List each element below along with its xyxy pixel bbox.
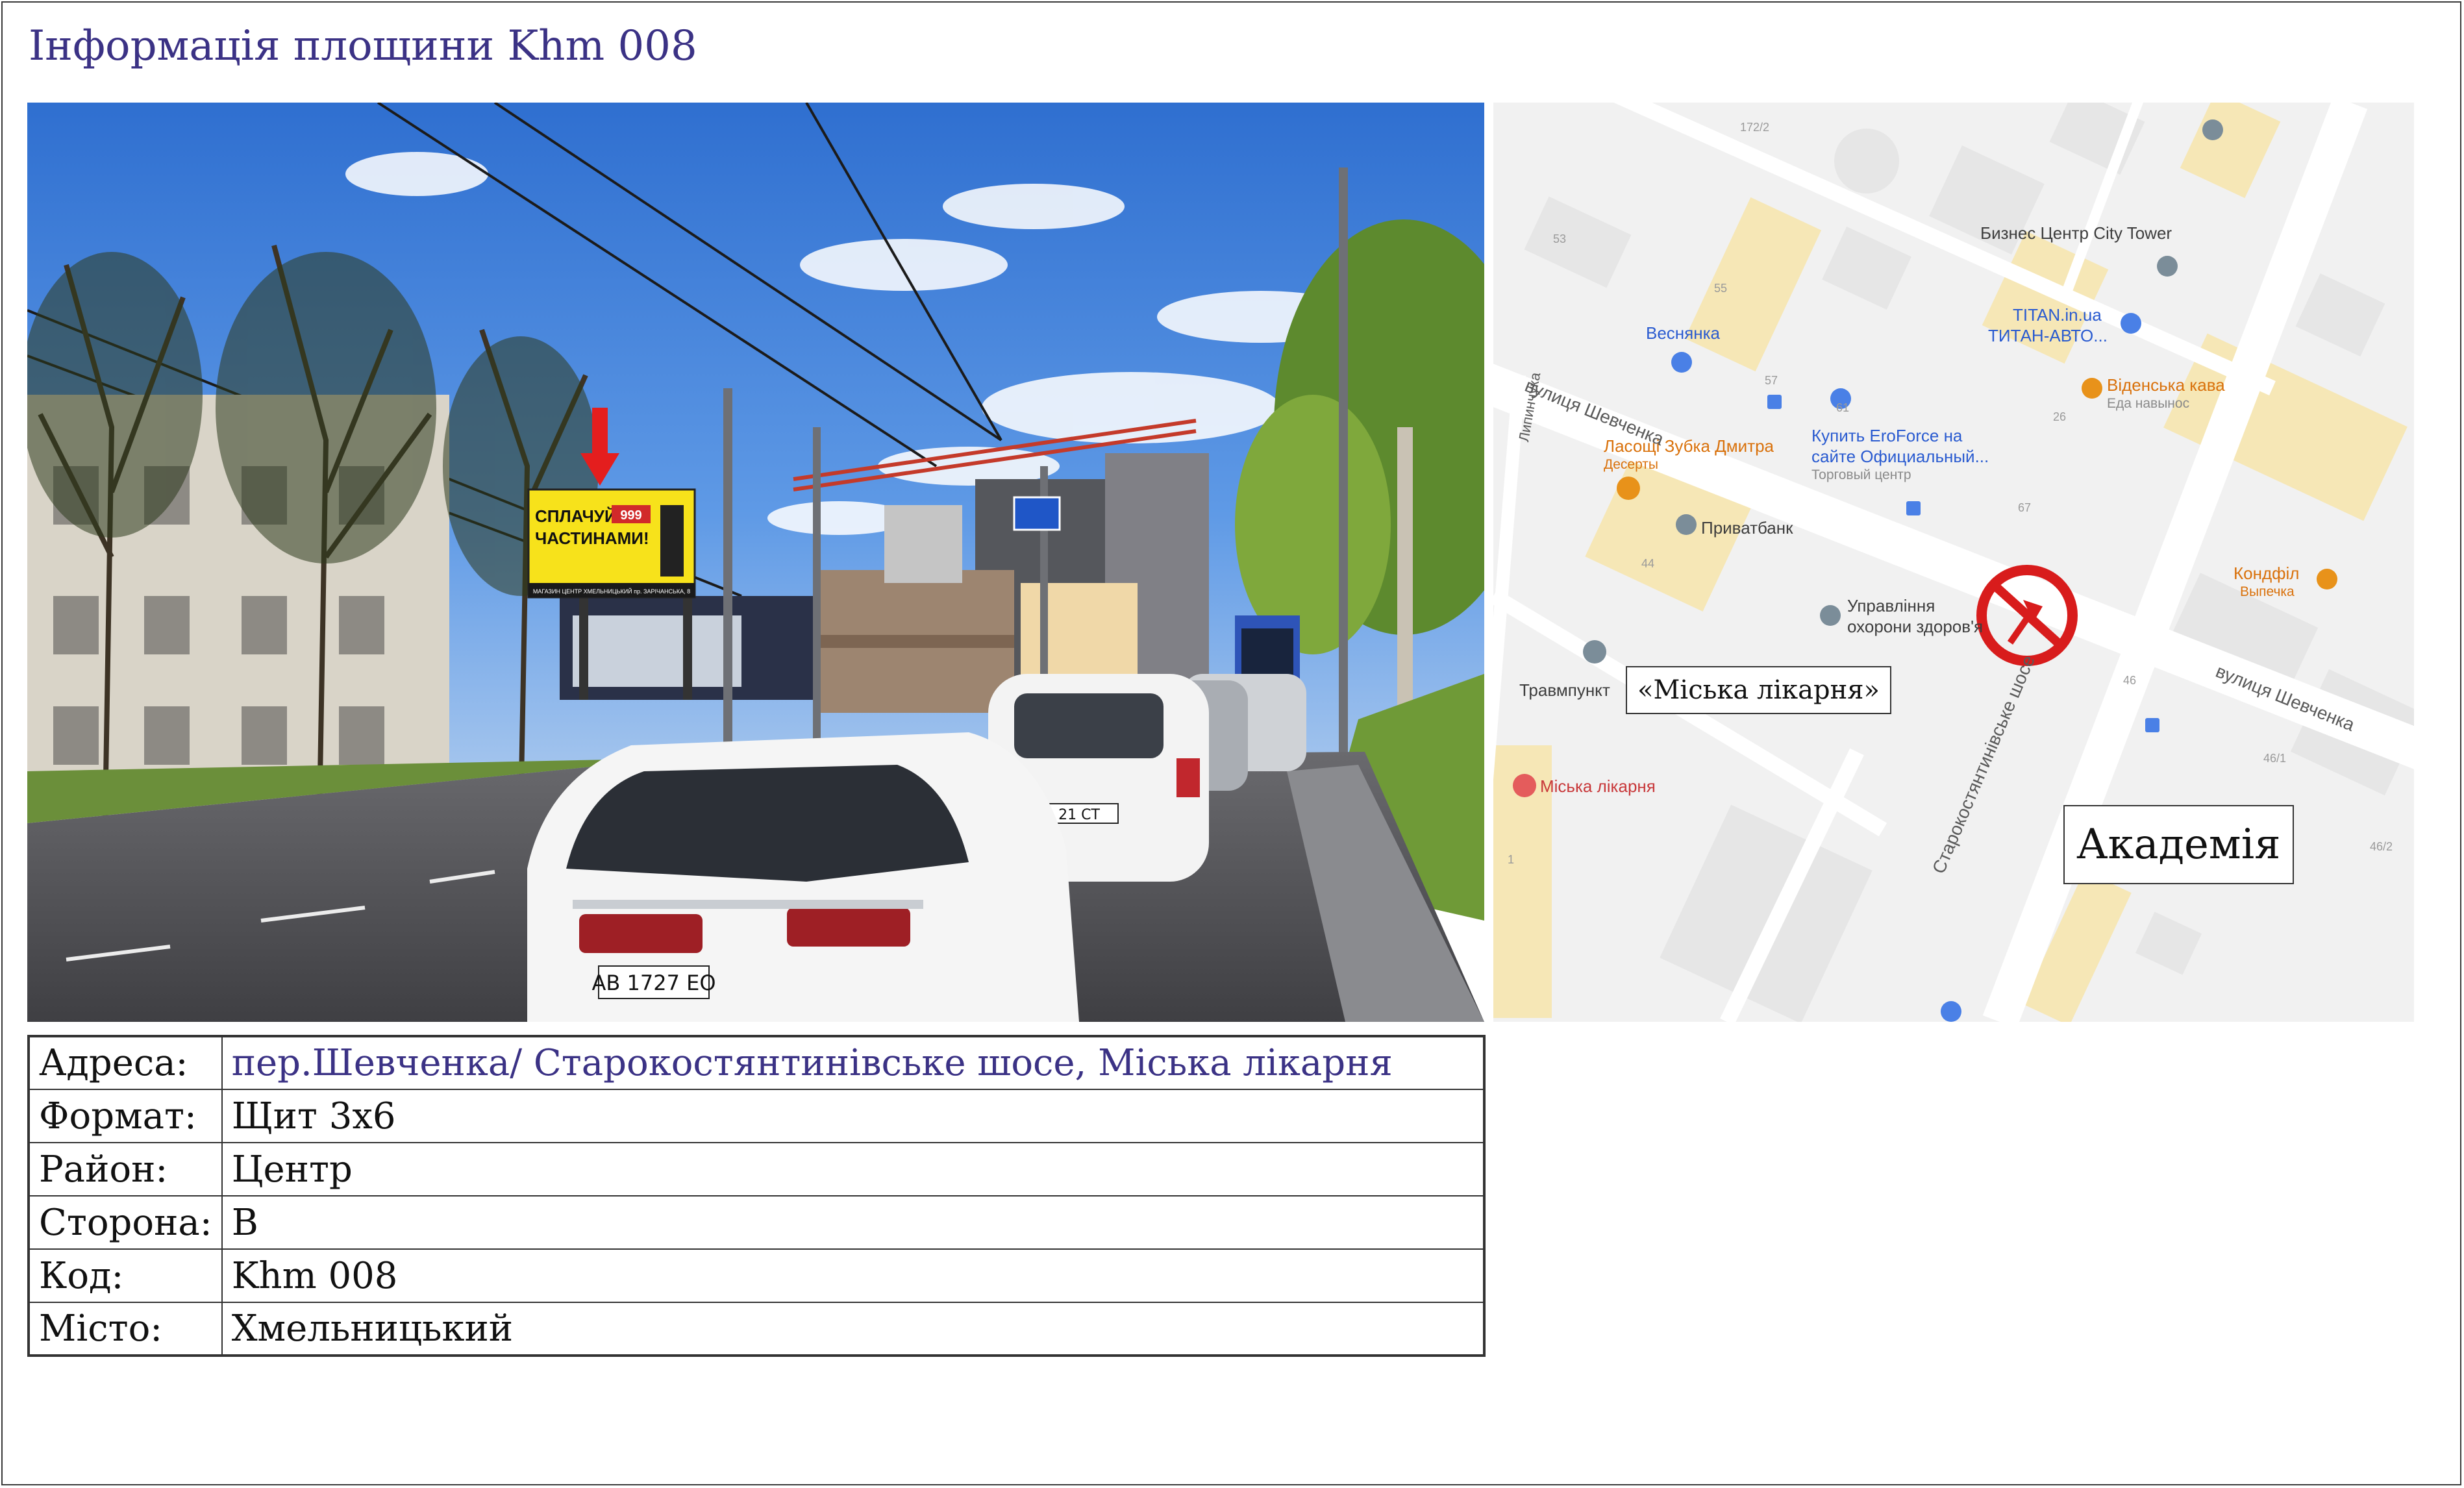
label-district: Район: <box>28 1142 223 1197</box>
house-number: 172/2 <box>1740 121 1770 134</box>
house-number: 46/2 <box>2370 840 2393 853</box>
table-row: Код: Khm 008 <box>28 1248 1486 1303</box>
table-row: Адреса: пер.Шевченка/ Старокостянтинівсь… <box>28 1035 1486 1090</box>
table-row: Формат: Щит 3х6 <box>28 1089 1486 1143</box>
plate-front: AB 1727 EO <box>591 971 716 995</box>
house-number: 55 <box>1714 282 1728 295</box>
poi-lasoshchi[interactable]: Ласощі Зубка Дмитра <box>1604 436 1774 456</box>
house-number: 67 <box>2018 501 2032 514</box>
value-city: Хмельницький <box>221 1302 1486 1356</box>
poi-miska-likarnya[interactable]: Міська лікарня <box>1540 776 1656 797</box>
table-row: Місто: Хмельницький <box>28 1302 1486 1356</box>
plate-second: 21 СТ <box>1058 807 1100 823</box>
street-scene: 21 СТ AB 1727 EO СПЛАЧУЙ ЧАСТИНАМИ! 999 … <box>27 103 1484 1022</box>
poi-eroforce-2[interactable]: сайте Официальный... <box>1811 447 1989 467</box>
value-format: Щит 3х6 <box>221 1089 1486 1143</box>
value-side: B <box>221 1195 1486 1250</box>
poi-vesnyanka[interactable]: Веснянка <box>1646 323 1720 343</box>
house-number: 61 <box>1836 401 1850 414</box>
page-title: Інформація площини Khm 008 <box>29 22 697 70</box>
car-front: AB 1727 EO <box>527 732 1079 1022</box>
billboard-footer: МАГАЗИН ЦЕНТР ХМЕЛЬНИЦЬКИЙ пр. ЗАРІЧАНСЬ… <box>533 588 690 595</box>
poi-upravlinnya-2[interactable]: охорони здоров'я <box>1847 617 1983 637</box>
label-city: Місто: <box>28 1302 223 1356</box>
poi-vidensk-sub: Еда навынос <box>2107 396 2190 411</box>
house-number: 44 <box>1641 557 1655 570</box>
value-code: Khm 008 <box>221 1248 1486 1303</box>
house-number: 57 <box>1765 374 1778 387</box>
poi-titan-2[interactable]: ТИТАН-АВТО... <box>1988 326 2108 346</box>
label-address: Адреса: <box>28 1035 223 1090</box>
callout-miska-likarnya: «Міська лікарня» <box>1626 666 1891 714</box>
info-table: Адреса: пер.Шевченка/ Старокостянтинівсь… <box>27 1035 1486 1357</box>
label-code: Код: <box>28 1248 223 1303</box>
poi-eroforce-1[interactable]: Купить EroForce на <box>1811 426 1962 446</box>
label-format: Формат: <box>28 1089 223 1143</box>
label-side: Сторона: <box>28 1195 223 1250</box>
poi-vidensk[interactable]: Віденська кава <box>2107 375 2225 395</box>
road-sign <box>1013 496 1061 531</box>
poi-titan-1[interactable]: TITAN.in.ua <box>2013 305 2102 325</box>
poi-kondfil-sub: Выпечка <box>2240 584 2295 599</box>
poi-eroforce-sub: Торговый центр <box>1811 467 1911 482</box>
billboard-price: 999 <box>620 508 641 523</box>
value-district: Центр <box>221 1142 1486 1197</box>
value-address: пер.Шевченка/ Старокостянтинівське шосе,… <box>221 1035 1486 1090</box>
billboard-headline-2: ЧАСТИНАМИ! <box>535 528 649 548</box>
house-number: 46 <box>2123 674 2137 687</box>
poi-upravlinnya-1[interactable]: Управління <box>1847 596 1935 616</box>
table-row: Сторона: B <box>28 1195 1486 1250</box>
location-map: Бизнес Центр City Tower TITAN.in.ua ТИТА… <box>1493 103 2414 1022</box>
house-number: 53 <box>1553 232 1567 245</box>
table-row: Район: Центр <box>28 1142 1486 1197</box>
poi-pryvatbank[interactable]: Приватбанк <box>1701 518 1793 538</box>
poi-travmpunkt[interactable]: Травмпункт <box>1519 680 1610 701</box>
poi-kondfil[interactable]: Кондфіл <box>2234 564 2299 584</box>
poi-lasoshchi-sub: Десерты <box>1604 457 1659 472</box>
billboard-photo: 21 СТ AB 1727 EO СПЛАЧУЙ ЧАСТИНАМИ! 999 … <box>27 103 1484 1022</box>
callout-akademiya: Академія <box>2063 805 2294 884</box>
poi-biznes-center[interactable]: Бизнес Центр City Tower <box>1980 223 2172 243</box>
house-number: 46/1 <box>2263 752 2287 765</box>
house-number: 26 <box>2053 410 2067 423</box>
house-number: 1 <box>1508 853 1515 866</box>
billboard-headline-1: СПЛАЧУЙ <box>535 506 617 526</box>
